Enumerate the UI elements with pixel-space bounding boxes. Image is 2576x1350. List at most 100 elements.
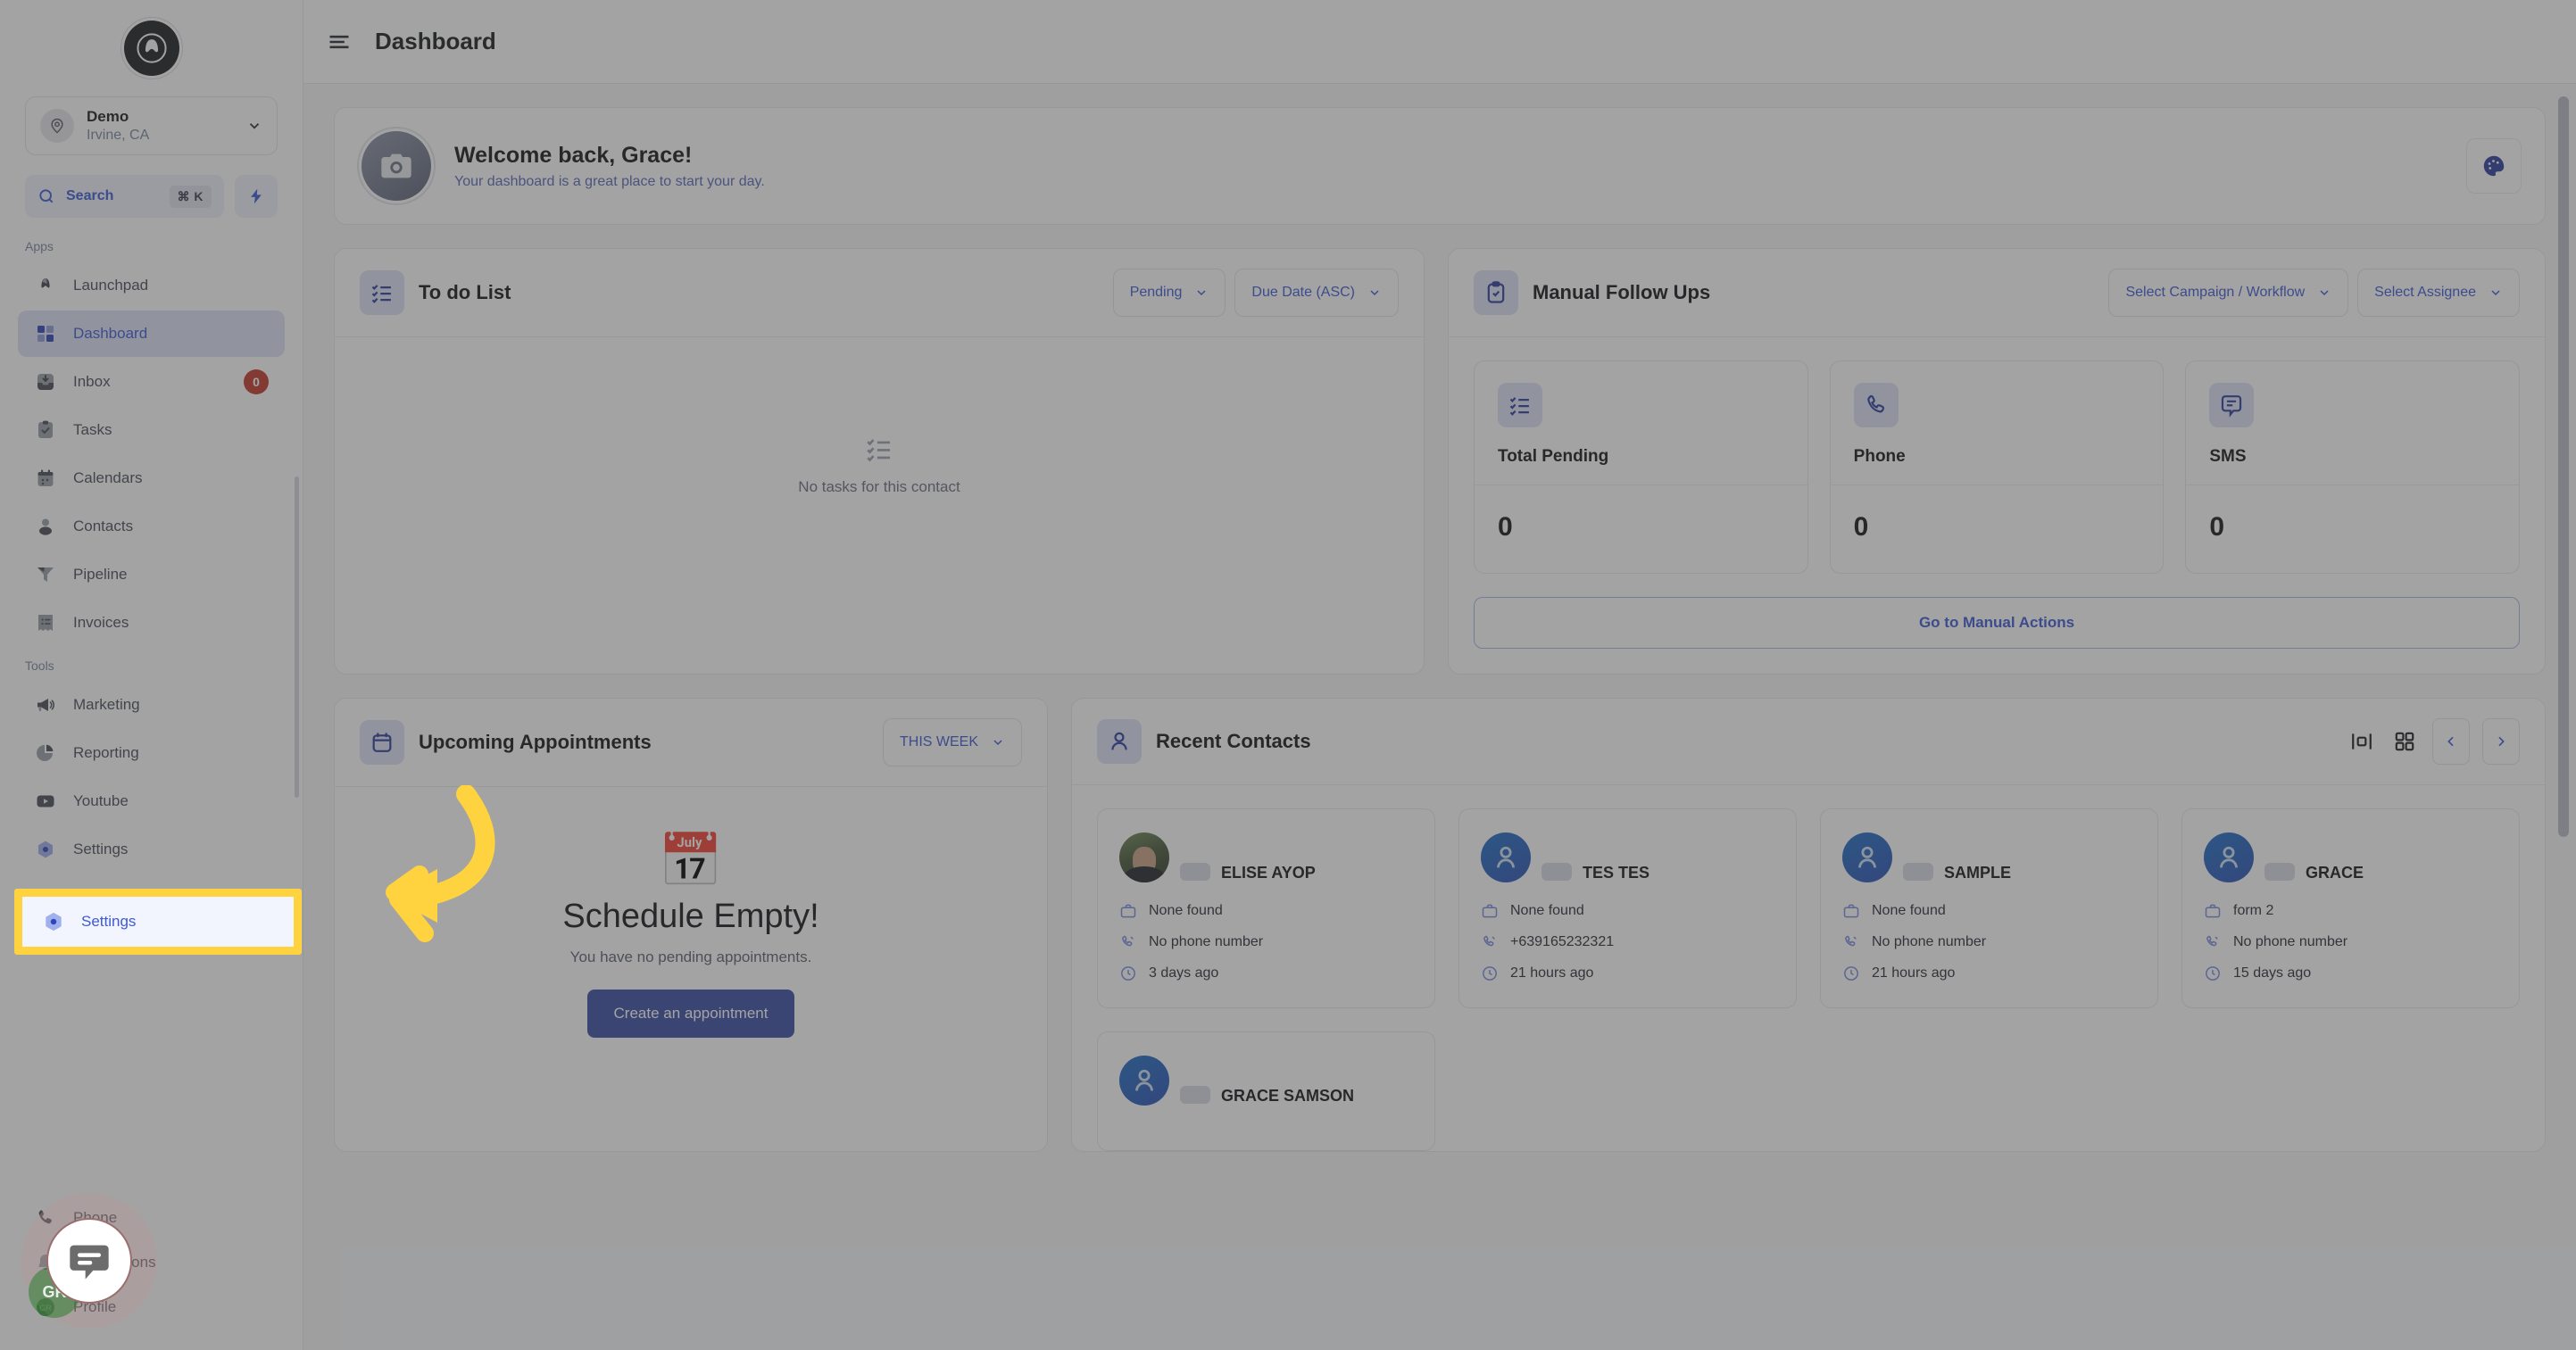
- main-area: Dashboard Welcome back, Grace! Your dash…: [303, 0, 2576, 1350]
- sidebar-scrollbar[interactable]: [295, 476, 299, 798]
- page-scrollbar[interactable]: [2558, 96, 2569, 837]
- follow-ups-title: Manual Follow Ups: [1533, 281, 1711, 303]
- sidebar-item-label: Reporting: [73, 744, 139, 761]
- next-page-button[interactable]: [2482, 718, 2520, 765]
- contact-time-row: 3 days ago: [1119, 965, 1413, 982]
- contact-card[interactable]: ELISE AYOP None found No phone number 3 …: [1097, 808, 1435, 1008]
- brand-logo-row: [0, 0, 303, 96]
- camera-icon: [381, 153, 411, 178]
- user-icon: [2220, 846, 2238, 868]
- sidebar-item-contacts[interactable]: Contacts: [18, 503, 285, 550]
- pipeline-icon: [34, 563, 57, 586]
- sidebar-item-label: Settings: [73, 841, 129, 857]
- megaphone-icon: [34, 693, 57, 716]
- theme-palette-button[interactable]: [2466, 138, 2522, 194]
- grid-view-icon[interactable]: [2389, 726, 2420, 757]
- sidebar-item-marketing[interactable]: Marketing: [18, 682, 285, 728]
- todo-status-filter[interactable]: Pending: [1112, 269, 1226, 317]
- search-label: Search: [66, 188, 114, 203]
- avatar[interactable]: [361, 131, 431, 201]
- stat-sms: SMS 0: [2185, 360, 2521, 574]
- sidebar-item-inbox[interactable]: Inbox 0: [18, 359, 285, 405]
- go-to-manual-actions-button[interactable]: Go to Manual Actions: [1474, 597, 2520, 649]
- sidebar-item-reporting[interactable]: Reporting: [18, 730, 285, 776]
- sidebar-item-label: Calendars: [73, 469, 143, 486]
- follow-ups-stats: Total Pending 0 Phone 0 SMS 0: [1449, 337, 2545, 574]
- contact-time: 15 days ago: [2233, 965, 2312, 981]
- contact-card[interactable]: GRACE SAMSON: [1097, 1031, 1435, 1151]
- clock-icon: [1844, 966, 1858, 981]
- sidebar-item-settings[interactable]: Settings: [18, 826, 285, 873]
- todo-empty-state: No tasks for this contact: [335, 337, 1424, 592]
- stat-total-pending: Total Pending 0: [1474, 360, 1808, 574]
- sidebar-item-dashboard[interactable]: Dashboard: [18, 311, 285, 357]
- contact-card[interactable]: GRACE form 2 No phone number 15 days ago: [2181, 808, 2520, 1008]
- brand-logo[interactable]: [123, 21, 179, 76]
- sidebar-item-label: Pipeline: [73, 566, 128, 583]
- sidebar-item-launchpad[interactable]: Launchpad: [18, 262, 285, 309]
- avatar: [1481, 832, 1531, 882]
- sidebar-item-tasks[interactable]: Tasks: [18, 407, 285, 453]
- campaign-workflow-filter[interactable]: Select Campaign / Workflow: [2108, 269, 2349, 317]
- assignee-filter[interactable]: Select Assignee: [2357, 269, 2520, 317]
- location-switcher[interactable]: Demo Irvine, CA: [25, 96, 278, 155]
- chat-bubble-icon: [70, 1245, 109, 1280]
- chevron-down-icon: [1197, 290, 1206, 296]
- contact-card[interactable]: SAMPLE None found No phone number 21 hou…: [1820, 808, 2158, 1008]
- contact-phone: +639165232321: [1510, 934, 1615, 949]
- prev-page-button[interactable]: [2432, 718, 2470, 765]
- sidebar-item-pipeline[interactable]: Pipeline: [18, 551, 285, 598]
- calendar-glyph-icon: 📅: [658, 832, 724, 890]
- contact-name: SAMPLE: [1944, 864, 2012, 882]
- palette-icon: [2483, 155, 2505, 177]
- appointments-range-filter[interactable]: THIS WEEK: [882, 718, 1022, 766]
- todo-sort-filter[interactable]: Due Date (ASC): [1234, 269, 1399, 317]
- chevron-down-icon: [993, 740, 1002, 746]
- search-input[interactable]: Search ⌘ K: [25, 175, 224, 218]
- sms-icon: [2209, 383, 2255, 427]
- recent-contacts-grid: ELISE AYOP None found No phone number 3 …: [1072, 785, 2545, 1008]
- briefcase-icon: [1843, 904, 1859, 918]
- appointments-empty-state: 📅 Schedule Empty! You have no pending ap…: [335, 787, 1047, 1038]
- sidebar-item-label: Inbox: [73, 373, 111, 390]
- phone-icon: [1853, 383, 1899, 427]
- sidebar-item-label: Invoices: [73, 614, 129, 631]
- contact-company: form 2: [2233, 903, 2274, 918]
- hamburger-icon: [329, 35, 349, 48]
- contact-phone-row: +639165232321: [1481, 933, 1774, 951]
- contact-name: GRACE SAMSON: [1221, 1087, 1355, 1105]
- contact-card[interactable]: TES TES None found +639165232321 21 hour…: [1458, 808, 1797, 1008]
- checklist-empty-icon: [867, 438, 891, 461]
- stat-value: 0: [2209, 512, 2225, 542]
- contact-phone: No phone number: [1872, 934, 1987, 949]
- chevron-down-icon: [2320, 290, 2329, 296]
- sidebar-item-invoices[interactable]: Invoices: [18, 600, 285, 646]
- contact-phone: No phone number: [1149, 934, 1264, 949]
- search-shortcut: ⌘ K: [169, 185, 212, 208]
- contact-company: None found: [1872, 903, 1946, 918]
- sidebar-item-label: Youtube: [73, 792, 129, 809]
- inbox-icon: [34, 370, 57, 393]
- page-title: Dashboard: [375, 28, 496, 54]
- stat-value: 0: [1498, 512, 1513, 542]
- dashboard-row-1: To do List Pending Due Date (ASC) No tas…: [334, 248, 2546, 675]
- welcome-banner: Welcome back, Grace! Your dashboard is a…: [334, 107, 2546, 225]
- contacts-icon: [34, 515, 57, 538]
- chat-widget-button[interactable]: [46, 1218, 132, 1304]
- list-view-icon[interactable]: [2347, 726, 2377, 757]
- sidebar-item-calendars[interactable]: Calendars: [18, 455, 285, 501]
- contact-name: TES TES: [1583, 864, 1650, 882]
- sidebar-toggle-button[interactable]: [303, 29, 375, 54]
- contact-phone: No phone number: [2233, 934, 2348, 949]
- recent-contacts-title: Recent Contacts: [1156, 730, 1311, 752]
- quick-actions-button[interactable]: [235, 175, 278, 218]
- recent-contacts-card: Recent Contacts ELISE AYOP None found No…: [1071, 698, 2546, 1152]
- create-appointment-button[interactable]: Create an appointment: [586, 990, 795, 1038]
- todo-card-title: To do List: [419, 281, 511, 303]
- sidebar-item-youtube[interactable]: Youtube: [18, 778, 285, 824]
- chevron-left-icon: [2447, 736, 2454, 747]
- contact-time: 3 days ago: [1149, 965, 1219, 981]
- stat-label: SMS: [2209, 447, 2247, 466]
- contact-company-row: None found: [1119, 902, 1413, 920]
- chevron-down-icon[interactable]: [246, 118, 262, 134]
